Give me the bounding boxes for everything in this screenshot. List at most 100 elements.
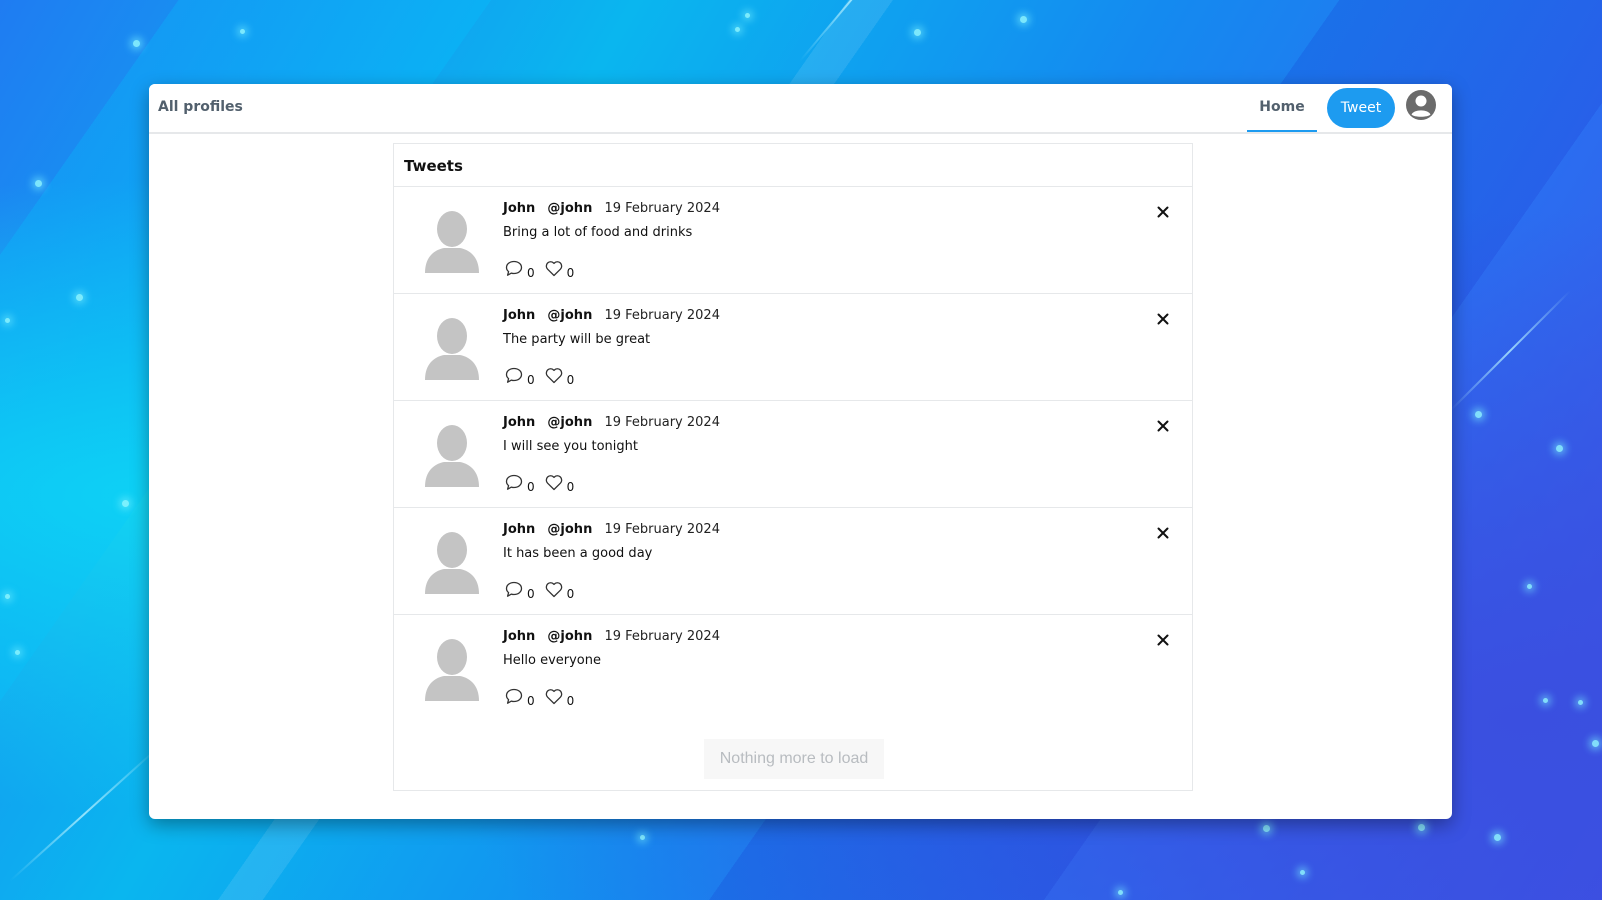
like-count: 0	[566, 587, 575, 601]
close-icon[interactable]	[1154, 631, 1172, 649]
default-avatar-icon[interactable]	[424, 421, 480, 487]
all-profiles-link[interactable]: All profiles	[158, 99, 243, 115]
sparkle	[35, 180, 42, 187]
tweet-meta: John @john 19 February 2024	[503, 308, 720, 323]
load-more-button[interactable]: Nothing more to load	[704, 739, 884, 779]
tweet-actions: 0 0	[505, 576, 584, 601]
author-name[interactable]: John	[503, 308, 535, 323]
like-count: 0	[566, 266, 575, 280]
comment-icon	[505, 367, 523, 384]
author-handle[interactable]: @john	[547, 522, 592, 537]
sparkle	[1118, 890, 1123, 895]
tweet-item: John @john 19 February 2024 I will see y…	[394, 401, 1192, 508]
comment-icon	[505, 688, 523, 705]
tweet-text: I will see you tonight	[503, 439, 638, 454]
like-button[interactable]: 0	[545, 474, 575, 494]
tweet-text: The party will be great	[503, 332, 651, 347]
heart-icon	[545, 260, 563, 277]
sparkle	[5, 318, 10, 323]
tweet-meta: John @john 19 February 2024	[503, 522, 720, 537]
tweets-feed: Tweets John @john 19 February 2024 Bring…	[393, 143, 1193, 791]
sparkle	[1543, 698, 1548, 703]
like-button[interactable]: 0	[545, 688, 575, 708]
like-button[interactable]: 0	[545, 260, 575, 280]
comment-icon	[505, 581, 523, 598]
tweet-date: 19 February 2024	[604, 308, 720, 323]
tweet-item: John @john 19 February 2024 It has been …	[394, 508, 1192, 615]
tweet-date: 19 February 2024	[604, 201, 720, 216]
heart-icon	[545, 581, 563, 598]
author-name[interactable]: John	[503, 415, 535, 430]
sparkle	[240, 29, 245, 34]
author-handle[interactable]: @john	[547, 201, 592, 216]
account-circle-icon[interactable]	[1405, 89, 1437, 121]
sparkle	[1527, 584, 1532, 589]
author-name[interactable]: John	[503, 629, 535, 644]
reply-count: 0	[527, 694, 535, 708]
heart-icon	[545, 688, 563, 705]
heart-icon	[545, 474, 563, 491]
app-window: All profiles Home Tweet Tweets John @joh…	[149, 84, 1452, 819]
tweet-item: John @john 19 February 2024 Hello everyo…	[394, 615, 1192, 721]
tweet-date: 19 February 2024	[604, 629, 720, 644]
sparkle	[745, 13, 750, 18]
author-name[interactable]: John	[503, 201, 535, 216]
sparkle	[1263, 825, 1270, 832]
sparkle	[914, 29, 921, 36]
reply-count: 0	[527, 266, 535, 280]
author-handle[interactable]: @john	[547, 415, 592, 430]
sparkle	[133, 40, 140, 47]
tweet-button[interactable]: Tweet	[1327, 88, 1395, 128]
sparkle	[1020, 16, 1027, 23]
tweet-meta: John @john 19 February 2024	[503, 415, 720, 430]
like-count: 0	[566, 373, 575, 387]
tweet-text: Bring a lot of food and drinks	[503, 225, 693, 240]
reply-button[interactable]: 0	[505, 474, 535, 494]
comment-icon	[505, 260, 523, 277]
tweet-actions: 0 0	[505, 683, 584, 708]
default-avatar-icon[interactable]	[424, 635, 480, 701]
sparkle	[76, 294, 83, 301]
nav-home-tab[interactable]: Home	[1247, 84, 1317, 132]
reply-button[interactable]: 0	[505, 581, 535, 601]
top-navigation-bar: All profiles Home Tweet	[149, 84, 1452, 134]
reply-button[interactable]: 0	[505, 367, 535, 387]
close-icon[interactable]	[1154, 203, 1172, 221]
heart-icon	[545, 367, 563, 384]
tweet-date: 19 February 2024	[604, 522, 720, 537]
like-count: 0	[566, 694, 575, 708]
tweet-text: It has been a good day	[503, 546, 653, 561]
close-icon[interactable]	[1154, 524, 1172, 542]
nav-home-label: Home	[1259, 99, 1305, 115]
default-avatar-icon[interactable]	[424, 314, 480, 380]
tweet-item: John @john 19 February 2024 Bring a lot …	[394, 187, 1192, 294]
tweet-actions: 0 0	[505, 362, 584, 387]
reply-button[interactable]: 0	[505, 260, 535, 280]
light-streak	[9, 746, 160, 882]
tweet-actions: 0 0	[505, 469, 584, 494]
light-streak	[1449, 290, 1571, 412]
active-tab-indicator	[1247, 130, 1317, 132]
close-icon[interactable]	[1154, 310, 1172, 328]
like-count: 0	[566, 480, 575, 494]
tweet-actions: 0 0	[505, 255, 584, 280]
author-handle[interactable]: @john	[547, 629, 592, 644]
reply-button[interactable]: 0	[505, 688, 535, 708]
default-avatar-icon[interactable]	[424, 207, 480, 273]
comment-icon	[505, 474, 523, 491]
sparkle	[1418, 824, 1425, 831]
sparkle	[122, 500, 129, 507]
tweet-date: 19 February 2024	[604, 415, 720, 430]
reply-count: 0	[527, 480, 535, 494]
close-icon[interactable]	[1154, 417, 1172, 435]
default-avatar-icon[interactable]	[424, 528, 480, 594]
author-handle[interactable]: @john	[547, 308, 592, 323]
tweet-meta: John @john 19 February 2024	[503, 201, 720, 216]
author-name[interactable]: John	[503, 522, 535, 537]
like-button[interactable]: 0	[545, 367, 575, 387]
sparkle	[5, 594, 10, 599]
sparkle	[1300, 870, 1305, 875]
tweet-meta: John @john 19 February 2024	[503, 629, 720, 644]
like-button[interactable]: 0	[545, 581, 575, 601]
sparkle	[1556, 445, 1563, 452]
